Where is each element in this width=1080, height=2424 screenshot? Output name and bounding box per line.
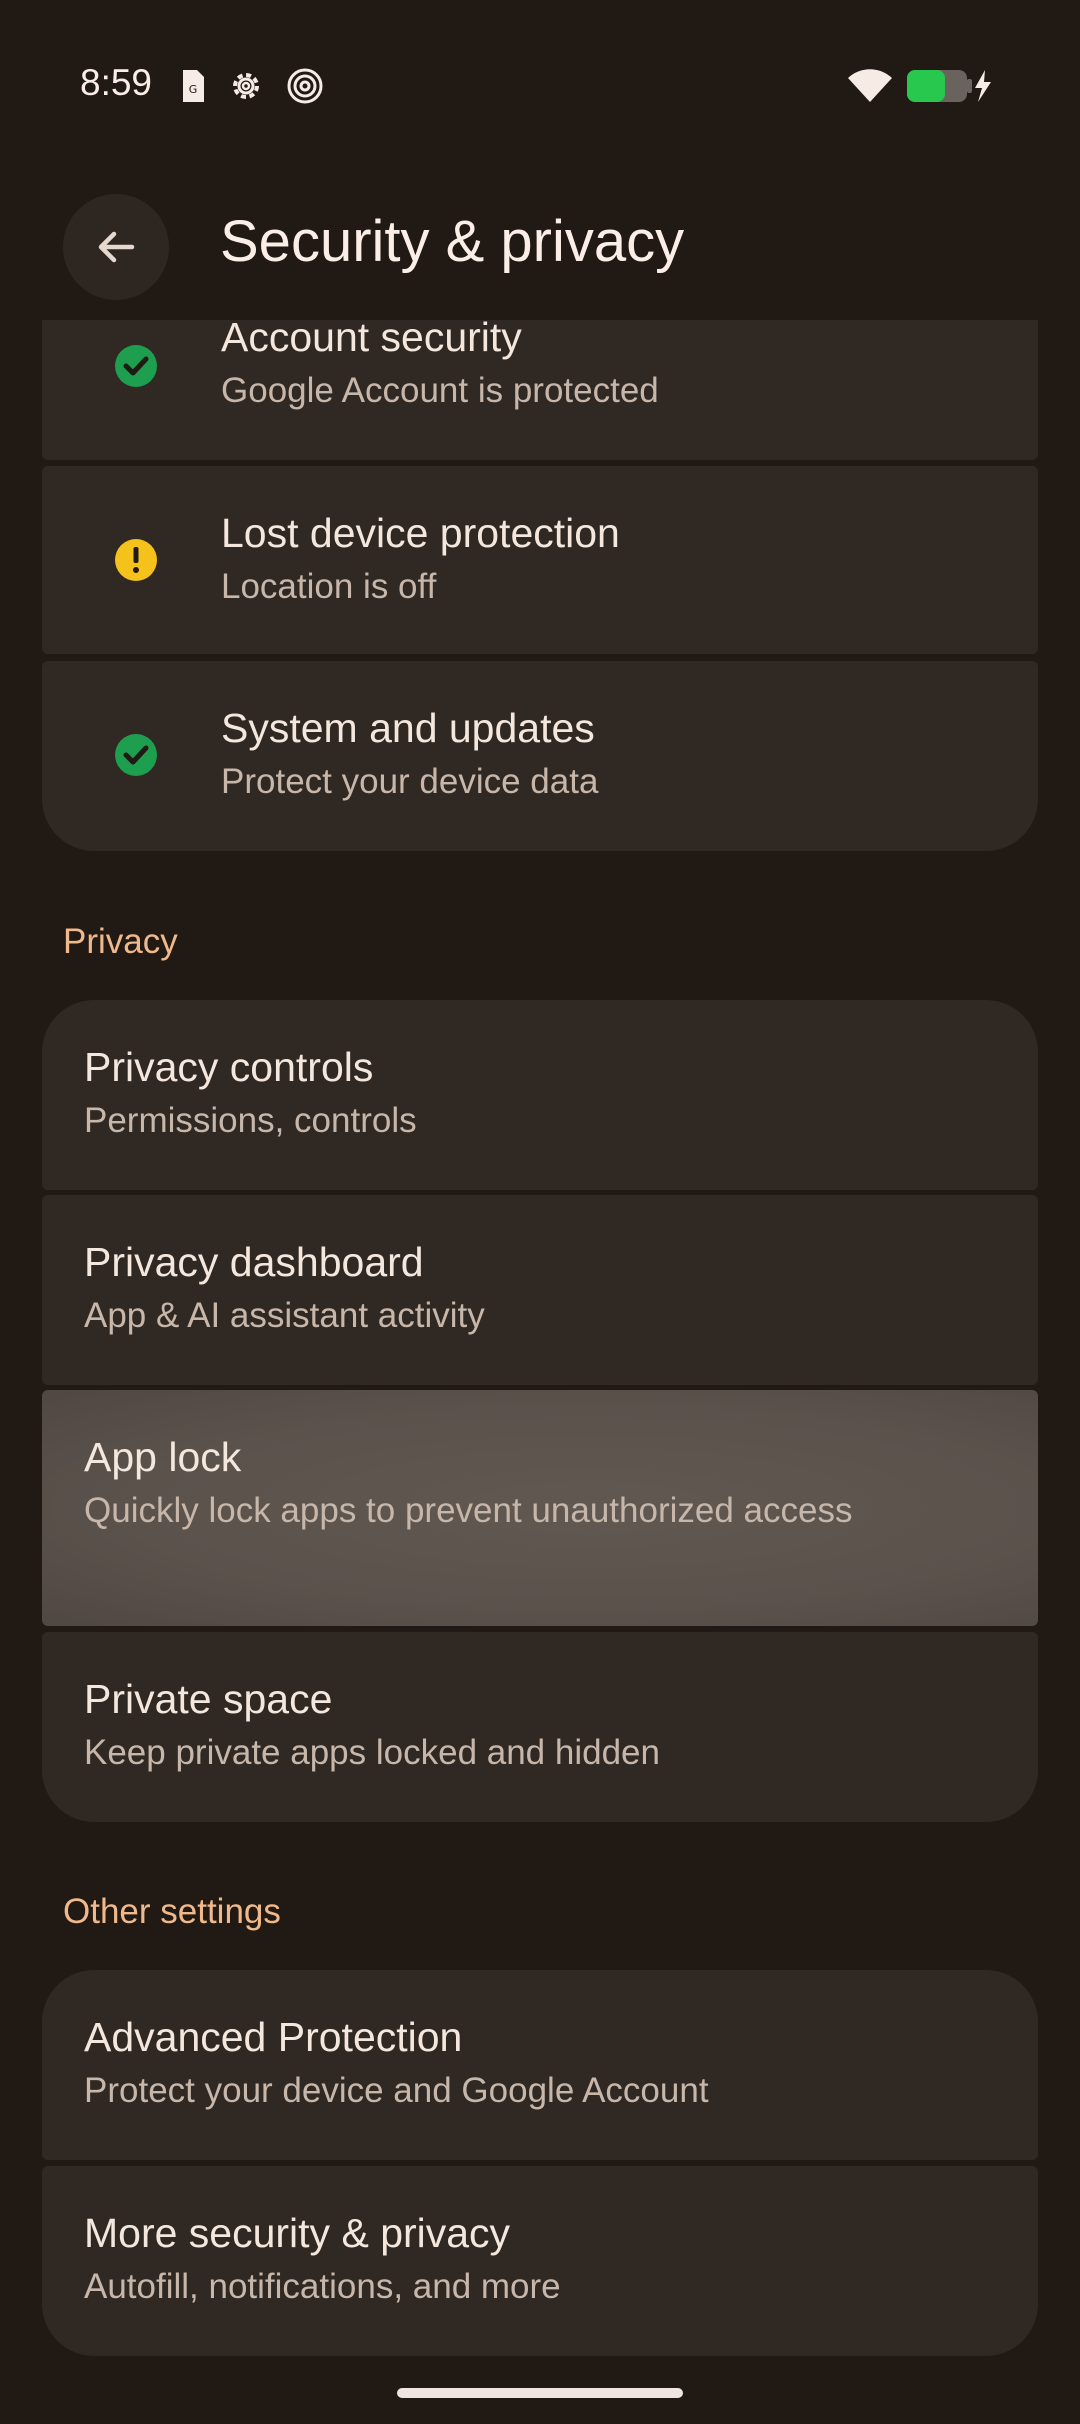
- item-title: Account security: [221, 314, 522, 360]
- list-item-privacy-controls[interactable]: Privacy controls Permissions, controls: [42, 1000, 1038, 1190]
- item-title: Privacy dashboard: [84, 1239, 424, 1285]
- battery-charging-icon: [907, 70, 991, 102]
- item-subtitle: Permissions, controls: [84, 1101, 417, 1140]
- status-time: 8:59: [80, 62, 153, 103]
- item-title: Private space: [84, 1676, 333, 1722]
- section-header-privacy: Privacy: [63, 922, 178, 961]
- check-circle-icon: [115, 345, 157, 387]
- item-title: More security & privacy: [84, 2210, 511, 2256]
- list-item-system-and-updates[interactable]: System and updates Protect your device d…: [42, 661, 1038, 851]
- back-button[interactable]: [63, 194, 169, 300]
- item-subtitle: Protect your device and Google Account: [84, 2071, 709, 2110]
- item-subtitle: Location is off: [221, 567, 437, 606]
- section-header-other-settings: Other settings: [63, 1892, 281, 1931]
- warning-circle-icon: [115, 539, 157, 581]
- list-item-private-space[interactable]: Private space Keep private apps locked a…: [42, 1632, 1038, 1822]
- list-item-account-security[interactable]: Account security Google Account is prote…: [42, 314, 1038, 460]
- page-title: Security & privacy: [220, 209, 685, 274]
- item-subtitle: App & AI assistant activity: [84, 1296, 485, 1335]
- list-item-lost-device-protection[interactable]: Lost device protection Location is off: [42, 466, 1038, 654]
- svg-text:G: G: [189, 83, 198, 96]
- item-title: System and updates: [221, 705, 595, 751]
- list-item-more-security-privacy[interactable]: More security & privacy Autofill, notifi…: [42, 2166, 1038, 2356]
- spiral-icon: [287, 68, 323, 104]
- list-item-advanced-protection[interactable]: Advanced Protection Protect your device …: [42, 1970, 1038, 2160]
- list-item-privacy-dashboard[interactable]: Privacy dashboard App & AI assistant act…: [42, 1195, 1038, 1385]
- sim-card-icon: G: [183, 70, 204, 102]
- item-subtitle: Protect your device data: [221, 762, 599, 801]
- top-app-bar: Security & privacy: [0, 176, 1080, 320]
- item-title: Privacy controls: [84, 1044, 374, 1090]
- item-subtitle: Quickly lock apps to prevent unauthorize…: [84, 1491, 853, 1530]
- status-bar: 8:59 G: [0, 0, 1080, 176]
- item-title: App lock: [84, 1434, 242, 1480]
- settings-gear-icon: [233, 73, 259, 99]
- check-circle-icon: [115, 734, 157, 776]
- item-subtitle: Google Account is protected: [221, 371, 659, 410]
- item-title: Advanced Protection: [84, 2014, 463, 2060]
- arrow-back-icon: [98, 231, 135, 263]
- item-subtitle: Keep private apps locked and hidden: [84, 1733, 660, 1772]
- home-indicator[interactable]: [397, 2388, 683, 2398]
- item-subtitle: Autofill, notifications, and more: [84, 2267, 561, 2306]
- wifi-icon: [848, 69, 892, 102]
- list-item-app-lock[interactable]: App lock Quickly lock apps to prevent un…: [42, 1390, 1038, 1626]
- item-title: Lost device protection: [221, 510, 620, 556]
